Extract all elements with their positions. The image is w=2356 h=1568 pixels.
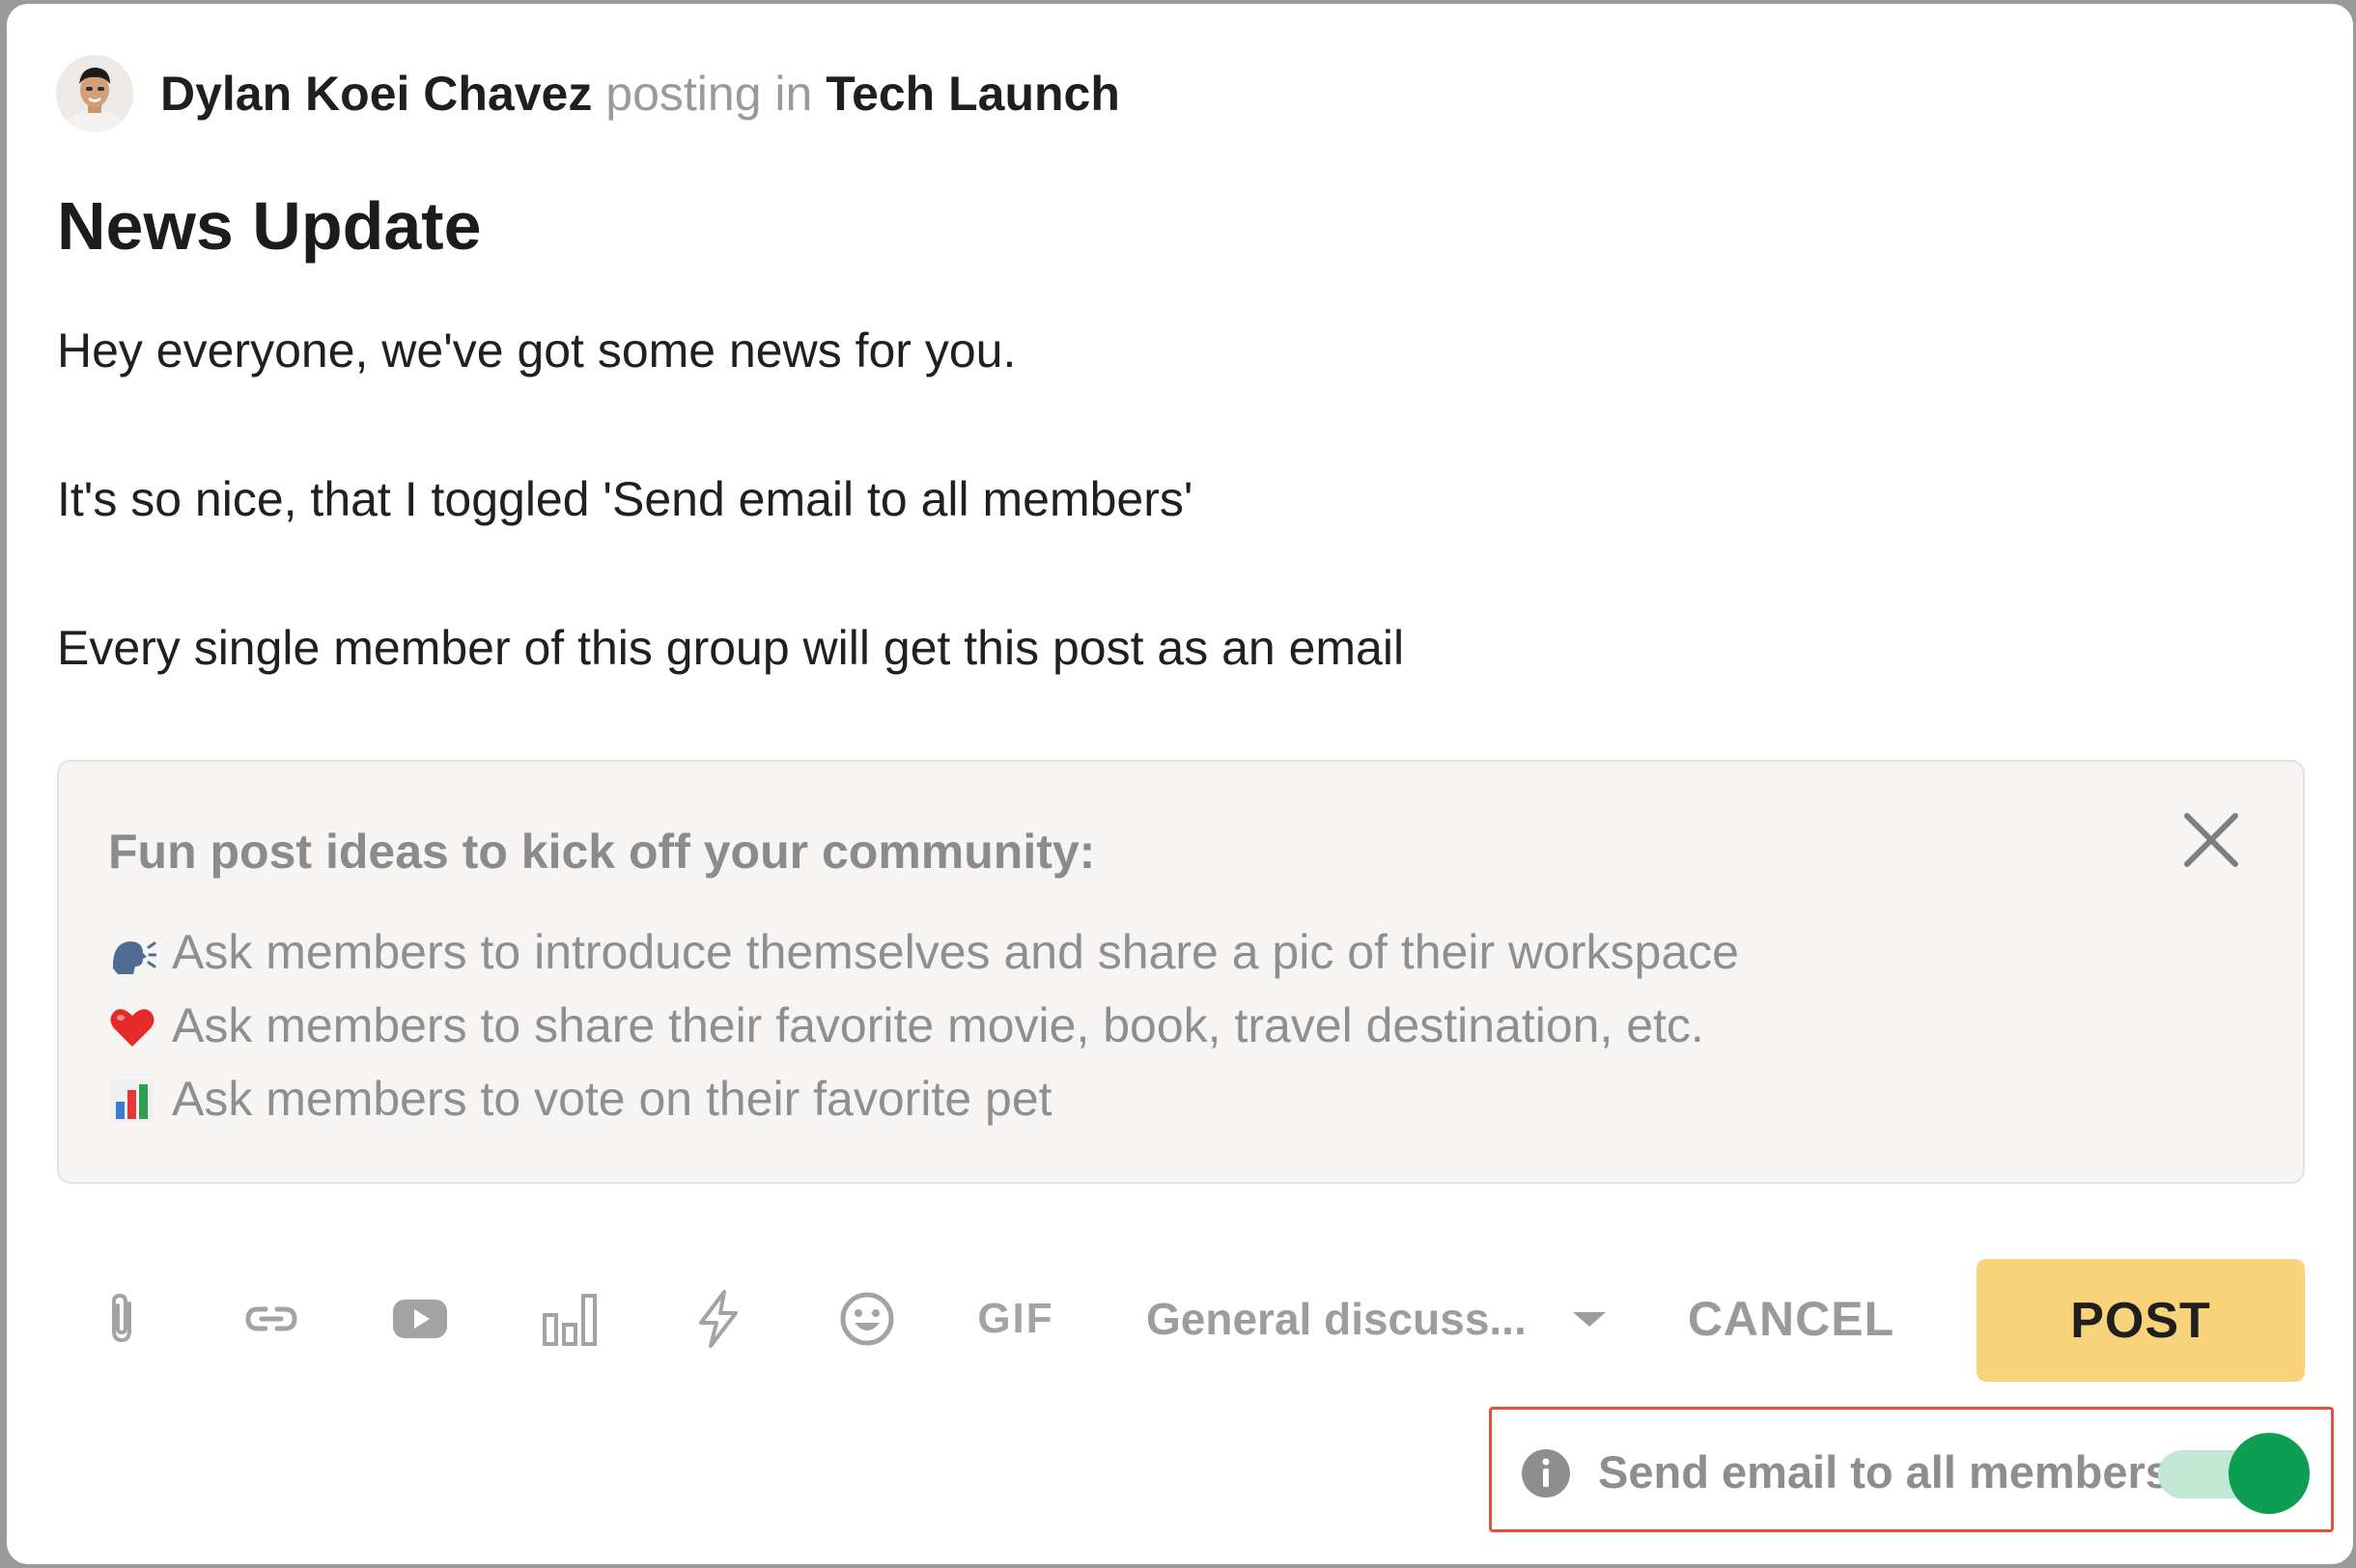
composer-header: Dylan Koei Chavez posting in Tech Launch	[56, 55, 1120, 132]
author-name[interactable]: Dylan Koei Chavez	[160, 67, 592, 121]
idea-item: Ask members to vote on their favorite pe…	[108, 1065, 1052, 1133]
close-icon[interactable]	[2177, 806, 2245, 874]
post-body-line[interactable]: Every single member of this group will g…	[57, 614, 1404, 682]
avatar	[56, 55, 133, 132]
post-composer: Dylan Koei Chavez posting in Tech Launch…	[7, 4, 2353, 1564]
emoji-icon[interactable]	[828, 1280, 906, 1358]
send-email-option: Send email to all members	[1489, 1407, 2334, 1532]
category-value: General discuss...	[1146, 1294, 1527, 1344]
idea-text: Ask members to vote on their favorite pe…	[172, 1072, 1052, 1126]
idea-item: Ask members to share their favorite movi…	[108, 992, 1704, 1059]
gif-icon[interactable]: GIF	[972, 1280, 1059, 1358]
post-title[interactable]: News Update	[57, 178, 482, 274]
bar-chart-icon	[108, 1075, 156, 1123]
info-icon[interactable]	[1521, 1448, 1571, 1498]
posting-in-label: posting in	[605, 67, 813, 121]
idea-text: Ask members to introduce themselves and …	[172, 925, 1739, 979]
idea-item: Ask members to introduce themselves and …	[108, 918, 1739, 986]
toggle-knob	[2229, 1433, 2310, 1514]
post-body-line[interactable]: Hey everyone, we've got some news for yo…	[57, 317, 1016, 384]
post-ideas-panel: Fun post ideas to kick off your communit…	[57, 760, 2305, 1184]
header-text: Dylan Koei Chavez posting in Tech Launch	[160, 55, 1120, 132]
idea-text: Ask members to share their favorite movi…	[172, 998, 1704, 1052]
send-email-toggle[interactable]	[2158, 1431, 2313, 1514]
category-select[interactable]: General discuss...	[1146, 1285, 1606, 1353]
post-button[interactable]: POST	[1977, 1259, 2305, 1382]
cancel-button[interactable]: CANCEL	[1666, 1280, 1917, 1358]
group-name[interactable]: Tech Launch	[826, 67, 1120, 121]
paperclip-icon[interactable]	[85, 1280, 162, 1358]
chevron-down-icon	[1572, 1311, 1606, 1327]
post-body-line[interactable]: It's so nice, that I toggled 'Send email…	[57, 465, 1192, 533]
youtube-icon[interactable]	[381, 1280, 459, 1358]
gif-label: GIF	[977, 1295, 1054, 1342]
lightning-icon[interactable]	[680, 1280, 757, 1358]
speaking-head-icon	[108, 928, 157, 976]
ideas-title: Fun post ideas to kick off your communit…	[108, 825, 1096, 879]
send-email-label: Send email to all members	[1598, 1446, 2171, 1498]
link-icon[interactable]	[233, 1280, 310, 1358]
poll-icon[interactable]	[531, 1280, 608, 1358]
heart-icon	[108, 1001, 156, 1050]
composer-toolbar: GIF General discuss... CANCEL POST	[7, 1259, 2353, 1382]
